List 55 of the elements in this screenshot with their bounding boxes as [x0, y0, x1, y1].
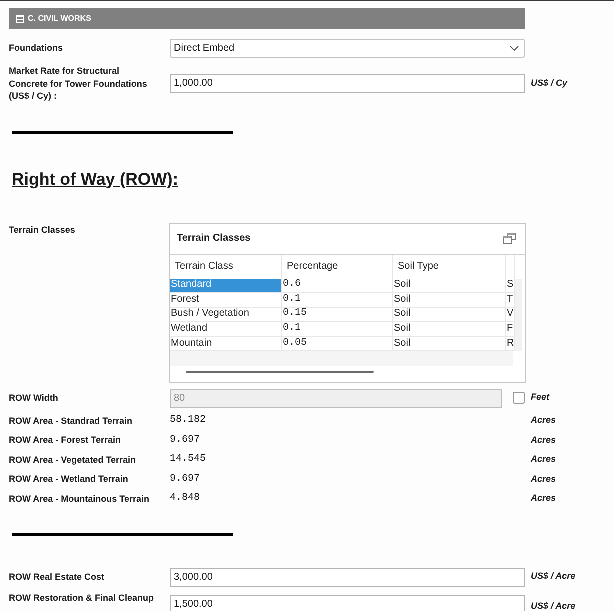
field-label: ROW Width [9, 392, 60, 404]
grid-icon [16, 14, 24, 22]
text-field[interactable]: 1,000.00 [170, 74, 525, 94]
field-label: ROW Restoration & Final Cleanup [9, 592, 156, 604]
table-cell[interactable]: 0.15 [282, 308, 393, 322]
section-title: C. CIVIL WORKS [28, 12, 92, 24]
unit-label: Acres [531, 414, 556, 427]
table-cell[interactable]: 0.1 [282, 322, 393, 337]
text-field[interactable]: 1,500.00 [170, 594, 525, 611]
text-field[interactable]: 3,000.00 [170, 568, 525, 586]
table-cell[interactable]: Soil [393, 336, 506, 352]
field-label: ROW Area - Mountainous Terrain [9, 492, 151, 505]
unit-label: Feet [531, 391, 550, 404]
unit-label: US$ / Acre [531, 570, 576, 584]
field-label: ROW Area - Wetland Terrain [9, 473, 130, 486]
table-cell[interactable]: T [506, 293, 515, 308]
field-value: 14.545 [170, 453, 208, 468]
table-cell[interactable]: S [506, 278, 515, 294]
field-value: 4.848 [170, 492, 202, 506]
chevron-down-icon [510, 46, 519, 51]
field-label: Terrain Classes [9, 224, 76, 236]
unit-label: Acres [531, 434, 556, 446]
table-cell[interactable]: Soil [393, 322, 506, 337]
field-value: 58.182 [170, 414, 208, 428]
table-cell[interactable]: R [506, 336, 515, 352]
table-cell[interactable]: Wetland [170, 322, 282, 337]
table-cell[interactable]: Forest [170, 293, 282, 308]
table-cell[interactable]: Mountain [170, 336, 282, 352]
dropdown[interactable]: Direct Embed [170, 39, 525, 58]
field-value: 9.697 [170, 472, 202, 487]
unit-label: Acres [531, 492, 556, 505]
field-label: ROW Area - Standrad Terrain [9, 414, 134, 427]
horizontal-scrollbar[interactable] [186, 371, 374, 374]
table-cell[interactable]: V [506, 308, 515, 322]
unit-label: Acres [531, 472, 556, 486]
section-heading: Right of Way (ROW): [12, 170, 178, 190]
table-cell[interactable]: Soil [393, 278, 506, 294]
table-cell[interactable]: Soil [393, 308, 506, 322]
table-cell[interactable]: Bush / Vegetation [170, 308, 282, 322]
unit-label: US$ / Acre [531, 600, 576, 611]
field-label: Foundations [9, 42, 64, 55]
table-cell[interactable]: F [506, 322, 515, 337]
field-label: Market Rate for Structural Concrete for Tower Foundations (US$ / Cy) : [9, 65, 148, 102]
field-label: ROW Real Estate Cost [9, 570, 106, 584]
field-value: 9.697 [170, 434, 202, 448]
table-cell[interactable]: 0.1 [282, 293, 393, 308]
field-label: ROW Area - Forest Terrain [9, 434, 122, 446]
field-label: ROW Area - Vegetated Terrain [9, 454, 138, 466]
table-cell[interactable]: Soil [393, 293, 506, 308]
table-cell[interactable]: 0.05 [282, 336, 393, 352]
unit-label: Acres [531, 453, 556, 466]
panel-title: Terrain Classes [177, 232, 251, 246]
unit-label: US$ / Cy [531, 77, 568, 90]
restore-windows-icon[interactable] [503, 233, 516, 244]
table-cell[interactable]: 0.6 [282, 278, 393, 294]
